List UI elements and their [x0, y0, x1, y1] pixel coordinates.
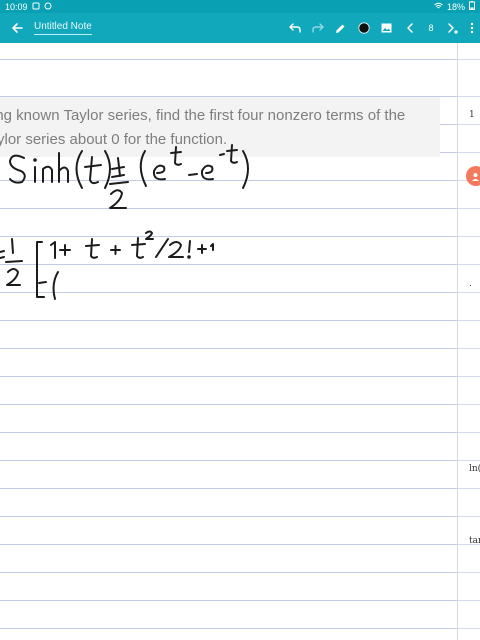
ink-stroke: [6, 268, 21, 286]
signal-icon: [44, 2, 52, 12]
ink-stroke: [170, 146, 182, 166]
redo-button[interactable]: [306, 13, 329, 43]
battery-icon: [469, 1, 475, 12]
ink-stroke: [152, 164, 166, 181]
ink-stroke: [187, 255, 191, 259]
undo-icon: [288, 23, 301, 33]
ink-stroke: [75, 150, 83, 189]
ink-stroke: [42, 165, 53, 183]
ink-stroke: [109, 189, 127, 209]
ink-stroke: [84, 156, 102, 185]
ink-stroke: [188, 240, 191, 253]
ink-stroke: [58, 152, 69, 183]
reference-item: 1: [469, 110, 475, 120]
pen-icon: [336, 24, 345, 33]
page-number: 8: [428, 23, 434, 33]
ink-stroke: [242, 150, 249, 189]
ink-stroke: [9, 154, 26, 184]
notification-icon: [32, 2, 40, 12]
redo-icon: [311, 23, 324, 33]
ink-stroke: [139, 150, 147, 187]
battery-percent: 18%: [446, 1, 465, 12]
note-canvas[interactable]: ing known Taylor series, find the first …: [0, 43, 457, 640]
ink-stroke: [197, 244, 207, 254]
ink-stroke: [200, 164, 214, 181]
more-vertical-icon: [470, 22, 474, 34]
undo-button[interactable]: [283, 13, 306, 43]
handwriting-layer: [0, 144, 249, 300]
arrow-left-icon: [12, 23, 23, 33]
ink-stroke: [219, 153, 225, 156]
color-picker-button[interactable]: [352, 13, 375, 43]
reference-side-panel[interactable]: 1 . ln(1 tan: [457, 43, 480, 640]
ink-stroke: [109, 181, 129, 185]
ink-stroke: [131, 237, 146, 259]
status-time: 10:09: [5, 1, 28, 12]
note-toolbar: Untitled Note 8: [0, 13, 480, 43]
ink-stroke: [104, 150, 111, 189]
ink-stroke: [0, 250, 5, 259]
ink-stroke: [11, 238, 14, 254]
reference-item: .: [469, 279, 472, 289]
pen-tool-button[interactable]: [329, 13, 352, 43]
ink-stroke: [59, 244, 71, 256]
ink-stroke: [85, 238, 100, 259]
status-bar: 10:09 18%: [0, 0, 480, 13]
note-title[interactable]: Untitled Note: [34, 21, 92, 35]
ink-stroke: [117, 157, 121, 177]
ink-stroke: [50, 241, 56, 259]
ink-stroke: [110, 245, 121, 255]
more-options-button[interactable]: [464, 13, 480, 43]
next-page-button[interactable]: [441, 13, 464, 43]
previous-page-button[interactable]: [398, 13, 421, 43]
ink-stroke: [52, 271, 59, 300]
ink-stroke: [155, 238, 169, 258]
ink-stroke: [210, 243, 214, 251]
back-button[interactable]: [0, 13, 34, 43]
reference-item: ln(1: [469, 464, 480, 474]
ink-stroke: [188, 173, 198, 176]
wifi-icon: [434, 2, 443, 12]
chevron-left-icon: [406, 23, 413, 33]
ink-stroke: [168, 241, 184, 258]
avatar[interactable]: [466, 166, 480, 186]
ink-stroke: [38, 281, 47, 284]
ink-stroke: [5, 260, 23, 263]
insert-image-button[interactable]: [375, 13, 398, 43]
chevron-right-plus-icon: [447, 23, 458, 34]
image-icon: [381, 23, 392, 33]
reference-item: tan: [469, 536, 480, 546]
color-dot-icon: [357, 22, 370, 34]
ink-stroke: [111, 166, 125, 178]
ink-stroke: [145, 230, 154, 240]
ink-stroke: [33, 158, 37, 162]
ink-stroke: [36, 241, 45, 298]
ink-stroke: [226, 144, 238, 164]
avatar-icon: [472, 172, 479, 181]
